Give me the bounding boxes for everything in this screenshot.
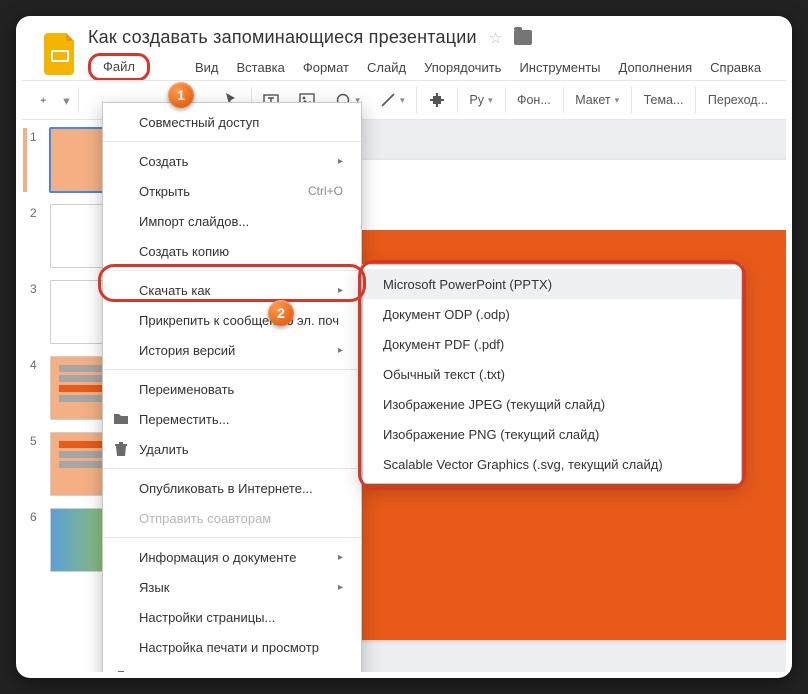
menu-view[interactable]: Вид <box>186 56 228 79</box>
transition-button[interactable]: Переход... <box>698 85 778 115</box>
theme-button[interactable]: Тема... <box>634 85 694 115</box>
line-icon[interactable]: ▾ <box>370 85 415 115</box>
menu-page[interactable]: Настройки страницы... <box>103 602 361 632</box>
menu-print-setup[interactable]: Настройка печати и просмотр <box>103 632 361 662</box>
menu-format[interactable]: Формат <box>294 56 358 79</box>
comment-icon[interactable] <box>419 85 455 115</box>
menu-move[interactable]: Переместить... <box>103 404 361 434</box>
menu-send: Отправить соавторам <box>103 503 361 533</box>
print-icon <box>113 669 129 672</box>
menu-share[interactable]: Совместный доступ <box>103 107 361 137</box>
menu-slide[interactable]: Слайд <box>358 56 415 79</box>
doc-title[interactable]: Как создавать запоминающиеся презентации <box>88 27 477 48</box>
download-svg[interactable]: Scalable Vector Graphics (.svg, текущий … <box>363 449 741 479</box>
menu-download[interactable]: Скачать как▸ <box>103 275 361 305</box>
callout-badge-2: 2 <box>268 300 294 326</box>
menu-addons[interactable]: Дополнения <box>610 56 702 79</box>
menu-arrange[interactable]: Упорядочить <box>415 56 510 79</box>
download-txt[interactable]: Обычный текст (.txt) <box>363 359 741 389</box>
folder-icon[interactable] <box>514 30 532 45</box>
menu-rename[interactable]: Переименовать <box>103 374 361 404</box>
download-submenu: Microsoft PowerPoint (PPTX) Документ ODP… <box>362 264 742 484</box>
menu-tools[interactable]: Инструменты <box>510 56 609 79</box>
menu-bar: Файл Вид Вставка Формат Слайд Упорядочит… <box>88 53 770 81</box>
menu-file[interactable]: Файл <box>88 53 150 81</box>
menu-lang[interactable]: Язык▸ <box>103 572 361 602</box>
download-png[interactable]: Изображение PNG (текущий слайд) <box>363 419 741 449</box>
menu-insert[interactable]: Вставка <box>228 56 294 79</box>
menu-help[interactable]: Справка <box>701 56 770 79</box>
callout-badge-1: 1 <box>168 82 194 108</box>
download-pdf[interactable]: Документ PDF (.pdf) <box>363 329 741 359</box>
menu-publish[interactable]: Опубликовать в Интернете... <box>103 473 361 503</box>
menu-new[interactable]: Создать▸ <box>103 146 361 176</box>
download-pptx[interactable]: Microsoft PowerPoint (PPTX) <box>363 269 741 299</box>
star-icon[interactable]: ☆ <box>489 29 502 47</box>
menu-info[interactable]: Информация о документе▸ <box>103 542 361 572</box>
menu-import[interactable]: Импорт слайдов... <box>103 206 361 236</box>
download-jpg[interactable]: Изображение JPEG (текущий слайд) <box>363 389 741 419</box>
new-slide-caret[interactable]: ▾ <box>56 85 76 115</box>
slides-logo <box>44 32 78 76</box>
menu-print[interactable]: ПечатьCtrl+P <box>103 662 361 672</box>
menu-delete[interactable]: Удалить <box>103 434 361 464</box>
menu-open[interactable]: ОткрытьCtrl+O <box>103 176 361 206</box>
background-button[interactable]: Фон... <box>507 85 561 115</box>
menu-attach[interactable]: Прикрепить к сообщению эл. поч <box>103 305 361 335</box>
new-slide-button[interactable] <box>30 85 56 115</box>
text-lang-button[interactable]: Ру▾ <box>459 85 502 115</box>
file-menu: Совместный доступ Создать▸ ОткрытьCtrl+O… <box>102 102 362 672</box>
layout-button[interactable]: Макет▾ <box>565 85 629 115</box>
trash-icon <box>113 441 129 457</box>
menu-copy[interactable]: Создать копию <box>103 236 361 266</box>
menu-history[interactable]: История версий▸ <box>103 335 361 365</box>
download-odp[interactable]: Документ ODP (.odp) <box>363 299 741 329</box>
folder-icon <box>113 411 129 427</box>
